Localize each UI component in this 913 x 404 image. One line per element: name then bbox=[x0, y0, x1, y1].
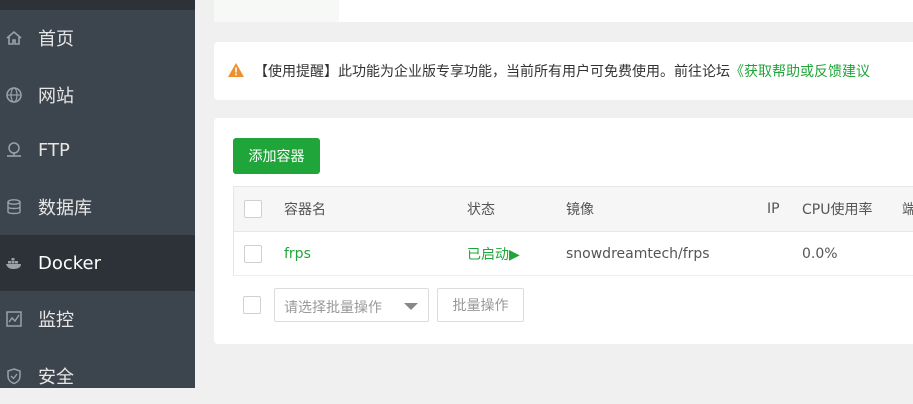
add-container-button[interactable]: 添加容器 bbox=[233, 138, 320, 174]
container-image: snowdreamtech/frps bbox=[566, 245, 710, 262]
batch-select-checkbox[interactable] bbox=[243, 296, 261, 314]
select-all-checkbox[interactable] bbox=[244, 200, 262, 218]
usage-notice: 【使用提醒】此功能为企业版专享功能，当前所有用户可免费使用。前往论坛《获取帮助或… bbox=[214, 42, 913, 100]
batch-operation-button[interactable]: 批量操作 bbox=[437, 288, 524, 322]
forum-link[interactable]: 《获取帮助或反馈建议 bbox=[730, 64, 870, 80]
batch-operation-select[interactable]: 请选择批量操作 bbox=[274, 288, 429, 322]
batch-action-row: 请选择批量操作 批量操作 bbox=[233, 288, 913, 322]
row-checkbox[interactable] bbox=[244, 244, 262, 263]
container-cpu: 0.0% bbox=[802, 245, 838, 262]
sidebar-item-ftp[interactable]: FTP bbox=[0, 122, 195, 178]
sidebar-item-label: 首页 bbox=[38, 29, 74, 50]
sidebar-item-label: 监控 bbox=[38, 310, 74, 331]
header-image: 镜像 bbox=[566, 202, 594, 218]
sidebar-item-label: FTP bbox=[38, 139, 70, 161]
sidebar-item-website[interactable]: 网站 bbox=[0, 67, 195, 123]
monitor-icon bbox=[5, 310, 23, 328]
container-name-link[interactable]: frps bbox=[284, 246, 311, 262]
notice-text: 【使用提醒】此功能为企业版专享功能，当前所有用户可免费使用。前往论坛《获取帮助或… bbox=[254, 61, 870, 81]
batch-select-placeholder: 请选择批量操作 bbox=[284, 300, 382, 316]
container-table: 容器名 状态 镜像 IP CPU使用率 端 frps 已启动▶ snowdrea… bbox=[233, 186, 913, 276]
header-ip: IP bbox=[767, 201, 780, 217]
sidebar-item-database[interactable]: 数据库 bbox=[0, 179, 195, 235]
container-status[interactable]: 已启动▶ bbox=[467, 244, 520, 264]
ftp-icon bbox=[5, 141, 23, 159]
container-panel: 添加容器 容器名 状态 镜像 IP CPU使用率 端 frps 已启动▶ sno… bbox=[214, 118, 913, 344]
sidebar-item-security[interactable]: 安全 bbox=[0, 348, 195, 404]
notice-message: 【使用提醒】此功能为企业版专享功能，当前所有用户可免费使用。前往论坛 bbox=[254, 64, 730, 80]
home-icon bbox=[5, 29, 23, 47]
table-row: frps 已启动▶ snowdreamtech/frps 0.0% bbox=[234, 232, 913, 276]
globe-icon bbox=[5, 86, 23, 104]
header-name: 容器名 bbox=[284, 202, 326, 218]
table-header: 容器名 状态 镜像 IP CPU使用率 端 bbox=[234, 187, 913, 232]
sidebar-item-label: 网站 bbox=[38, 86, 74, 107]
sidebar-item-label: Docker bbox=[38, 252, 102, 274]
sidebar-item-home[interactable]: 首页 bbox=[0, 10, 195, 66]
sidebar-top-strip bbox=[0, 0, 195, 10]
header-status: 状态 bbox=[467, 202, 495, 218]
database-icon bbox=[5, 198, 23, 216]
header-port: 端 bbox=[902, 202, 913, 218]
sidebar-item-monitor[interactable]: 监控 bbox=[0, 291, 195, 347]
header-cpu: CPU使用率 bbox=[802, 202, 873, 218]
sidebar-item-docker[interactable]: Docker bbox=[0, 235, 195, 291]
tab-active[interactable] bbox=[214, 0, 339, 22]
sidebar: 首页 网站 FTP 数据库 Docker 监控 安全 bbox=[0, 0, 195, 388]
tab-bar bbox=[214, 0, 913, 22]
sidebar-item-label: 安全 bbox=[38, 367, 74, 388]
warning-icon bbox=[227, 62, 245, 78]
docker-icon bbox=[5, 254, 23, 272]
sidebar-item-label: 数据库 bbox=[38, 198, 92, 219]
shield-icon bbox=[5, 367, 23, 385]
chevron-down-icon bbox=[404, 303, 418, 310]
